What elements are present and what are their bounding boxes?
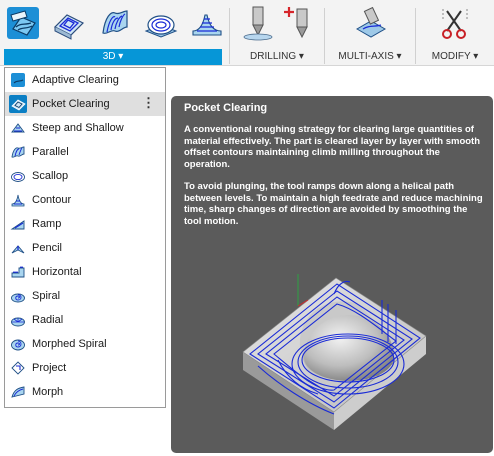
hole-recognition-icon (284, 7, 308, 39)
morph-icon (9, 383, 27, 401)
steep-and-shallow-icon (9, 119, 27, 137)
menu-item-label: Pocket Clearing (32, 98, 110, 110)
group-drilling-dropdown[interactable]: DRILLING ▾ (236, 49, 318, 65)
drill-icon (243, 6, 273, 41)
parallel-button[interactable] (92, 0, 138, 46)
menu-item-ramp[interactable]: Ramp (5, 212, 165, 236)
menu-item-morph[interactable]: Morph (5, 380, 165, 404)
menu-item-contour[interactable]: Contour (5, 188, 165, 212)
group-modify-dropdown[interactable]: MODIFY ▾ (420, 49, 490, 65)
ramp-icon (9, 215, 27, 233)
menu-item-label: Steep and Shallow (32, 122, 124, 134)
multi-axis-icon (355, 6, 387, 38)
parallel-icon (102, 10, 128, 35)
menu-item-label: Horizontal (32, 266, 82, 278)
menu-item-morphed-spiral[interactable]: Morphed Spiral (5, 332, 165, 356)
menu-item-label: Morph (32, 386, 64, 398)
menu-item-label: Spiral (32, 290, 61, 302)
menu-item-radial[interactable]: Radial (5, 308, 165, 332)
project-icon (9, 359, 27, 377)
menu-item-project[interactable]: Project (5, 356, 165, 380)
tooltip-title: Pocket Clearing (184, 102, 268, 114)
menu-item-label: Scallop (32, 170, 69, 182)
contour-icon (192, 14, 222, 36)
hole-recognition-button[interactable] (278, 0, 324, 46)
pocket-clearing-icon (53, 14, 85, 40)
menu-item-pocket-clearing[interactable]: Pocket Clearing ⋮ (5, 92, 165, 116)
radial-icon (9, 311, 27, 329)
menu-item-pencil[interactable]: Pencil (5, 236, 165, 260)
menu-item-horizontal[interactable]: Horizontal (5, 260, 165, 284)
adaptive-clearing-icon (9, 71, 27, 89)
horizontal-icon (9, 263, 27, 281)
toolbar-icons (0, 0, 230, 46)
toolbar-separator (229, 8, 230, 64)
menu-item-label: Pencil (32, 242, 62, 254)
pencil-icon (9, 239, 27, 257)
scallop-icon (144, 15, 178, 38)
multi-axis-button[interactable] (348, 0, 394, 46)
contour-icon (9, 191, 27, 209)
morphed-spiral-icon (9, 335, 27, 353)
menu-item-label: Ramp (32, 218, 62, 230)
menu-item-scallop[interactable]: Scallop (5, 164, 165, 188)
drill-button[interactable] (236, 0, 282, 46)
more-options-icon[interactable]: ⋮ (142, 96, 155, 110)
parallel-icon (9, 143, 27, 161)
tooltip-paragraph: A conventional roughing strategy for cle… (184, 124, 481, 170)
strategy-tooltip: Pocket Clearing A conventional roughing … (171, 96, 493, 453)
contour-button[interactable] (184, 0, 230, 46)
menu-item-label: Contour (32, 194, 72, 206)
menu-item-spiral[interactable]: Spiral (5, 284, 165, 308)
menu-item-label: Project (32, 362, 67, 374)
pocket-clearing-icon (9, 95, 27, 113)
menu-item-label: Adaptive Clearing (32, 74, 119, 86)
scallop-icon (9, 167, 27, 185)
adaptive-clearing-button[interactable] (0, 0, 46, 46)
group-multi-axis-dropdown[interactable]: MULTI-AXIS ▾ (330, 49, 410, 65)
strategy-dropdown-menu: Adaptive Clearing Pocket Clearing ⋮ Stee… (4, 67, 166, 408)
menu-item-label: Parallel (32, 146, 69, 158)
tooltip-paragraph: To avoid plunging, the tool ramps down a… (184, 181, 483, 227)
toolbar-separator (324, 8, 325, 64)
menu-item-label: Morphed Spiral (32, 338, 107, 350)
modify-button[interactable] (432, 0, 478, 46)
menu-item-adaptive-clearing[interactable]: Adaptive Clearing (5, 68, 165, 92)
menu-item-label: Radial (32, 314, 64, 326)
scissors-icon (442, 9, 468, 39)
toolbar-separator (415, 8, 416, 64)
scallop-button[interactable] (138, 0, 184, 46)
menu-item-steep-and-shallow[interactable]: Steep and Shallow (5, 116, 165, 140)
adaptive-clearing-icon (7, 7, 39, 39)
pocket-clearing-illustration (242, 274, 427, 430)
spiral-icon (9, 287, 27, 305)
group-3d-dropdown[interactable]: 3D ▾ (4, 49, 222, 65)
menu-item-parallel[interactable]: Parallel (5, 140, 165, 164)
toolbar: 3D ▾ DRILLING ▾ MULTI-AXIS ▾ MODIFY ▾ (0, 0, 494, 66)
pocket-clearing-button[interactable] (46, 0, 92, 46)
